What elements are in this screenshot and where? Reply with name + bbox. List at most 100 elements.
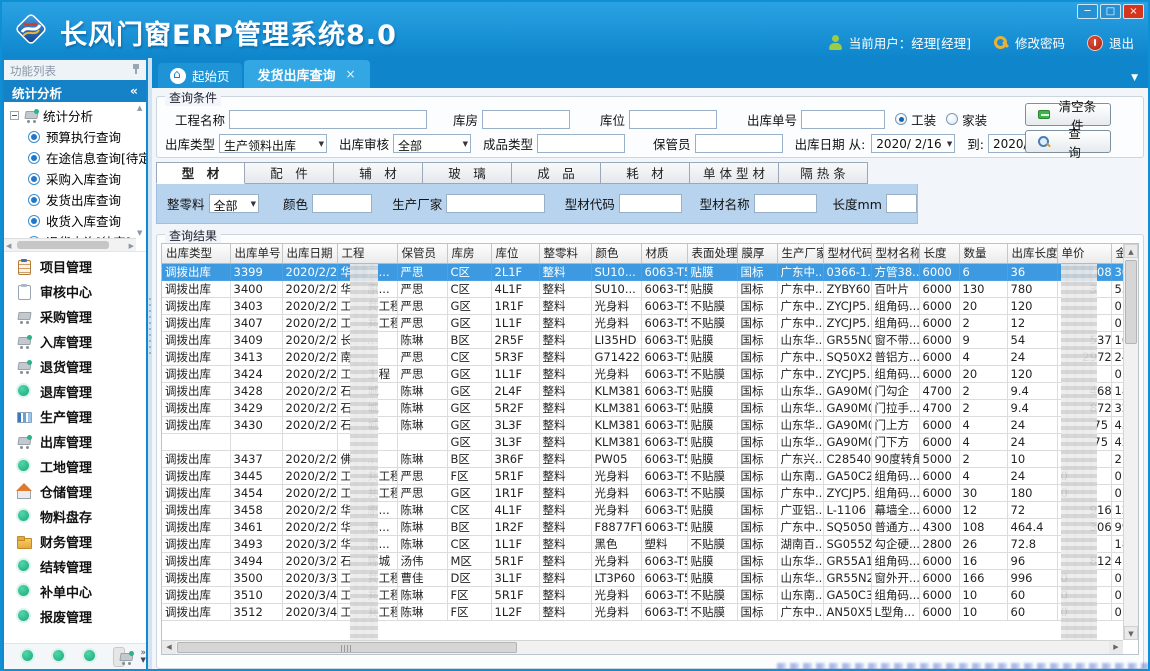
table-row[interactable]: 调拨出库34282020/2/26 石 城陈琳G区 2L4F整料KLM3817 … [162,382,1135,399]
table-row[interactable]: 调拨出库34942020/3/2 石 辉城汤伟M区 5R1F整料光身料 6063… [162,552,1135,569]
table-row[interactable]: 调拨出库33992020/2/25 华 原...严思C区 2L1F整料SU10.… [162,263,1135,280]
sidebar-menu-item[interactable]: 财务管理 [4,529,146,554]
minimize-button[interactable]: ─ [1077,4,1098,19]
maximize-button[interactable]: □ [1100,4,1121,19]
close-button[interactable]: × [1123,4,1144,19]
material-tab[interactable]: 隔 热 条 [779,162,868,184]
tree-item[interactable]: 采购入库查询 [4,168,146,189]
tree-item[interactable]: 在途信息查询[待定] [4,147,146,168]
table-row[interactable]: 调拨出库34092020/2/25 长 ...陈琳B区 2R5F整料LI35HD… [162,331,1135,348]
quick-dot-button[interactable] [82,649,98,664]
table-row[interactable]: 调拨出库34612020/2/28 华 原...陈琳B区 1R2F整料F8877… [162,518,1135,535]
sidebar-menu-item[interactable]: 仓储管理 [4,479,146,504]
tab-active-label: 发货出库查询 [258,65,336,84]
sidebar-menu-item[interactable]: 物料盘存 [4,504,146,529]
project-name-input[interactable] [229,110,427,129]
table-row[interactable]: 调拨出库34932020/3/2 华 原...陈琳C区 1L1F整料黑色 塑料不… [162,535,1135,552]
tab-close-icon[interactable]: × [346,67,356,81]
tree-expander-icon[interactable] [10,111,19,120]
quick-dot-button[interactable] [20,649,36,664]
table-row[interactable]: 调拨出库35102020/3/4 工 共工程陈琳F区 5R1F整料光身料 606… [162,586,1135,603]
sidebar-menu-item[interactable]: 采购管理 [4,304,146,329]
menu-item-label: 结转管理 [40,557,92,576]
search-button[interactable]: 查 询 [1025,130,1111,153]
table-row[interactable]: 调拨出库35002020/3/3 工 共工程曹佳D区 3L1F整料LT3P60 … [162,569,1135,586]
scroll-thumb[interactable] [1125,260,1137,344]
sidebar-menu-item[interactable]: 出库管理 [4,429,146,454]
pin-icon[interactable] [132,63,140,75]
sidebar-menu-item[interactable]: 项目管理 [4,254,146,279]
app-window: 长风门窗ERP管理系统8.0 ─ □ × 当前用户：经理[经理] 修改密码 退出… [0,0,1150,671]
tree-vertical-scrollbar[interactable]: ▲▼ [136,104,146,237]
tree-horizontal-scrollbar[interactable]: ◀▶ [4,238,136,251]
quick-cart-button[interactable] [113,647,125,667]
sidebar-menu-item[interactable]: 结转管理 [4,554,146,579]
warehouse-input[interactable] [482,110,570,129]
quick-dot-button[interactable] [51,649,67,664]
material-tab[interactable]: 单 体 型 材 [690,162,779,184]
material-tab[interactable]: 玻 璃 [423,162,512,184]
table-row[interactable]: 调拨出库34542020/2/28 工 共工程严思G区 1R1F整料光身料 60… [162,484,1135,501]
industrial-radio[interactable] [895,113,907,125]
scroll-up-icon: ▲ [137,104,142,112]
sidebar-menu-item[interactable]: 工地管理 [4,454,146,479]
table-row[interactable]: 调拨出库34032020/2/25 工 共工程严思G区 1R1F整料光身料 60… [162,297,1135,314]
tree-item-label: 收货入库查询 [46,211,121,230]
tree-item[interactable]: 发货出库查询 [4,189,146,210]
table-row[interactable]: G区 3L3F整料KLM3817 6063-T5贴膜国标 山东华...GA90M… [162,433,1135,450]
tree-item[interactable]: 预算执行查询 [4,126,146,147]
location-input[interactable] [629,110,717,129]
sidebar-menu-item[interactable]: 报废管理 [4,604,146,629]
outbound-type-select[interactable]: 生产领料出库 [219,134,327,153]
material-tab[interactable]: 耗 材 [601,162,690,184]
date-from-select[interactable]: 2020/ 2/16 [871,134,955,153]
tab-overflow-icon[interactable]: ▼ [1131,73,1138,83]
sidebar-menu-item[interactable]: 入库管理 [4,329,146,354]
table-row[interactable]: 调拨出库34582020/2/28 华 原...陈琳C区 4L1F整料光身料 6… [162,501,1135,518]
material-tab[interactable]: 配 件 [245,162,334,184]
length-input[interactable] [886,194,917,213]
collapse-icon[interactable]: « [130,83,138,102]
material-tab[interactable]: 辅 材 [334,162,423,184]
tree-item[interactable]: 收货入库查询 [4,210,146,231]
tab-outbound-query[interactable]: 发货出库查询 × [244,60,370,88]
sidebar-menu-item[interactable]: 补单中心 [4,579,146,604]
order-no-input[interactable] [801,110,885,129]
product-type-input[interactable] [537,134,625,153]
tab-home[interactable]: 起始页 [158,63,242,88]
whole-part-select[interactable]: 全部 [209,194,259,213]
table-vertical-scrollbar[interactable]: ▲ ▼ [1123,244,1138,640]
table-row[interactable]: 调拨出库34242020/2/26 工 工程严思G区 1L1F整料光身料 606… [162,365,1135,382]
sidebar-menu-item[interactable]: 退货管理 [4,354,146,379]
table-row[interactable]: 调拨出库34132020/2/26 南 ...严思C区 5R3F整料G71422… [162,348,1135,365]
table-row[interactable]: 调拨出库35122020/3/4 工 共工程陈琳F区 1L2F整料光身料 606… [162,603,1135,620]
change-password-link[interactable]: 修改密码 [1015,33,1065,52]
table-row[interactable]: 调拨出库34372020/2/27 佛 ...陈琳B区 3R6F整料PW05 6… [162,450,1135,467]
table-row[interactable]: 调拨出库34072020/2/25 工 共工程严思G区 1L1F整料光身料 60… [162,314,1135,331]
scroll-thumb[interactable] [17,241,109,249]
logout-link[interactable]: 退出 [1109,33,1134,52]
sidebar-menu-item[interactable]: 退库管理 [4,379,146,404]
table-row[interactable]: 调拨出库34292020/2/26 石 城陈琳G区 5R2F整料KLM3817 … [162,399,1135,416]
table-row[interactable]: 调拨出库34302020/2/26 石 城陈琳G区 3L3F整料KLM3817 … [162,416,1135,433]
keeper-input[interactable] [695,134,783,153]
profile-name-input[interactable] [754,194,817,213]
audit-select[interactable]: 全部 [393,134,471,153]
material-tab[interactable]: 型 材 [156,162,245,184]
maker-input[interactable] [446,194,545,213]
color-input[interactable] [312,194,372,213]
table-row[interactable]: 调拨出库34452020/2/27 工 共工程严思F区 5R1F整料光身料 60… [162,467,1135,484]
sidebar-section-header[interactable]: 统计分析 « [4,80,146,102]
tree-root-item[interactable]: 统计分析 [4,105,146,126]
table-header-row[interactable]: 出库类型出库单号 出库日期工程 保管员库房 库位整零料 颜色材质 表面处理膜厚 … [162,244,1135,263]
table-row[interactable]: 调拨出库34002020/2/25 华 原...严思C区 4L1F整料SU10.… [162,280,1135,297]
menu-item-icon [16,434,32,449]
scroll-thumb[interactable] [177,642,517,653]
sidebar-menu-item[interactable]: 生产管理 [4,404,146,429]
table-horizontal-scrollbar[interactable]: ◀ ▶ [162,640,1123,654]
sidebar-menu-item[interactable]: 审核中心 [4,279,146,304]
more-buttons-chevron[interactable]: »▼ [140,650,146,664]
profile-code-input[interactable] [619,194,682,213]
home-radio[interactable] [946,113,958,125]
material-tab[interactable]: 成 品 [512,162,601,184]
